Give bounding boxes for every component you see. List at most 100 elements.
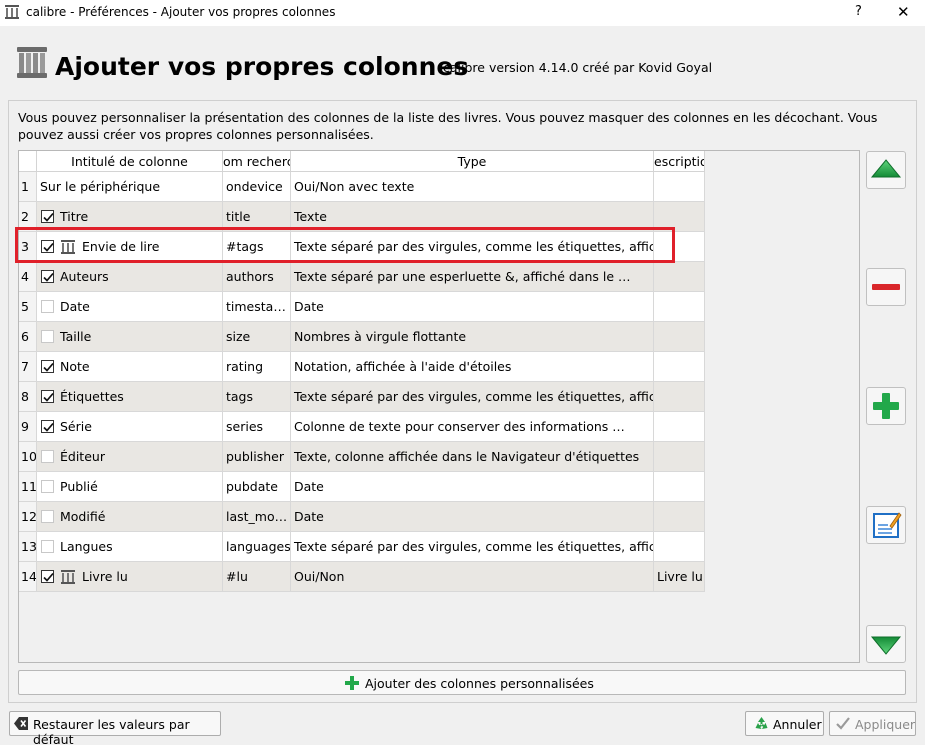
visibility-checkbox[interactable]: [41, 210, 54, 223]
table-row[interactable]: 11 Publié pubdate Date: [19, 472, 705, 502]
remove-column-button[interactable]: [866, 268, 906, 306]
header-rownum: [19, 151, 37, 172]
check-icon: [43, 242, 54, 252]
cell-name[interactable]: Publié: [37, 472, 223, 502]
column-name: Série: [60, 419, 92, 434]
edit-column-button[interactable]: [866, 506, 906, 544]
table-row[interactable]: 10 Éditeur publisher Texte, colonne affiché…: [19, 442, 705, 472]
cell-name[interactable]: Éditeur: [37, 442, 223, 472]
column-name: Éditeur: [60, 449, 105, 464]
cell-type: Nombres à virgule flottante: [291, 322, 654, 352]
window-title: calibre - Préférences - Ajouter vos prop…: [26, 5, 336, 19]
close-button[interactable]: ✕: [897, 3, 910, 21]
apply-label: Appliquer: [855, 717, 916, 732]
table-row[interactable]: 2 Titre title Texte: [19, 202, 705, 232]
table-row[interactable]: 4 Auteurs authors Texte séparé par une espe…: [19, 262, 705, 292]
table-row[interactable]: 6 Taille size Nombres à virgule flottante: [19, 322, 705, 352]
cell-type: Colonne de texte pour conserver des info…: [291, 412, 654, 442]
row-number: 2: [19, 202, 37, 232]
cell-name[interactable]: Envie de lire: [37, 232, 223, 262]
cell-type: Texte séparé par une esperluette &, affi…: [291, 262, 654, 292]
cancel-label: Annuler: [773, 717, 822, 732]
visibility-checkbox[interactable]: [41, 420, 54, 433]
check-icon: [43, 422, 54, 432]
cell-lookup-key: languages: [223, 532, 291, 562]
header-type[interactable]: Type: [291, 151, 654, 172]
cell-description: [654, 412, 705, 442]
visibility-checkbox[interactable]: [41, 570, 54, 583]
visibility-checkbox[interactable]: [41, 450, 54, 463]
column-name: Date: [60, 299, 90, 314]
help-button[interactable]: ?: [855, 4, 862, 19]
cell-name[interactable]: Étiquettes: [37, 382, 223, 412]
cell-description: [654, 472, 705, 502]
cell-lookup-key: timesta…: [223, 292, 291, 322]
cancel-button[interactable]: Annuler: [745, 711, 824, 736]
table-row[interactable]: 3 Envie de lire #tags Texte séparé par des …: [19, 232, 705, 262]
visibility-checkbox[interactable]: [41, 390, 54, 403]
table-row[interactable]: 12 Modifié last_mo… Date: [19, 502, 705, 532]
cell-name[interactable]: Série: [37, 412, 223, 442]
cell-name[interactable]: Langues: [37, 532, 223, 562]
table-row[interactable]: 13 Langues languages Texte séparé par des v…: [19, 532, 705, 562]
cell-lookup-key: series: [223, 412, 291, 442]
cell-name[interactable]: Titre: [37, 202, 223, 232]
visibility-checkbox[interactable]: [41, 300, 54, 313]
row-number: 1: [19, 172, 37, 202]
visibility-checkbox[interactable]: [41, 240, 54, 253]
header-desc[interactable]: escriptio: [654, 151, 705, 172]
column-name: Publié: [60, 479, 98, 494]
move-down-button[interactable]: [866, 625, 906, 663]
table-row[interactable]: 14 Livre lu #lu Oui/Non Livre lu: [19, 562, 705, 592]
row-number: 9: [19, 412, 37, 442]
add-column-button[interactable]: [866, 387, 906, 425]
column-name: Sur le périphérique: [40, 179, 161, 194]
visibility-checkbox[interactable]: [41, 540, 54, 553]
table-row[interactable]: 1 Sur le périphérique ondevice Oui/Non avec…: [19, 172, 705, 202]
cell-name[interactable]: Note: [37, 352, 223, 382]
description-text: Vous pouvez personnaliser la présentatio…: [18, 110, 878, 142]
check-icon: [43, 392, 54, 402]
row-number: 4: [19, 262, 37, 292]
cell-type: Date: [291, 472, 654, 502]
column-name: Auteurs: [60, 269, 109, 284]
cell-name[interactable]: Date: [37, 292, 223, 322]
cell-type: Date: [291, 502, 654, 532]
row-number: 12: [19, 502, 37, 532]
move-up-button[interactable]: [866, 151, 906, 189]
cell-name[interactable]: Auteurs: [37, 262, 223, 292]
cell-description: [654, 172, 705, 202]
columns-table[interactable]: Intitulé de colonne om recherc Type escr…: [18, 150, 860, 663]
cell-name[interactable]: Livre lu: [37, 562, 223, 592]
visibility-checkbox[interactable]: [41, 270, 54, 283]
cell-name[interactable]: Taille: [37, 322, 223, 352]
add-custom-columns-button[interactable]: Ajouter des colonnes personnalisées: [18, 670, 906, 695]
cell-type: Notation, affichée à l'aide d'étoiles: [291, 352, 654, 382]
cell-description: [654, 202, 705, 232]
table-row[interactable]: 5 Date timesta… Date: [19, 292, 705, 322]
apply-button[interactable]: Appliquer: [829, 711, 916, 736]
table-row[interactable]: 7 Note rating Notation, affichée à l'aide d…: [19, 352, 705, 382]
cell-description: [654, 502, 705, 532]
cell-name[interactable]: Modifié: [37, 502, 223, 532]
cell-description: [654, 322, 705, 352]
restore-defaults-button[interactable]: Restaurer les valeurs par défaut: [9, 711, 221, 745]
table-row[interactable]: 8 Étiquettes tags Texte séparé par des virg…: [19, 382, 705, 412]
visibility-checkbox[interactable]: [41, 330, 54, 343]
table-row[interactable]: 9 Série series Colonne de texte pour conser…: [19, 412, 705, 442]
column-name: Note: [60, 359, 90, 374]
header-name[interactable]: Intitulé de colonne: [37, 151, 223, 172]
cell-name[interactable]: Sur le périphérique: [37, 172, 223, 202]
visibility-checkbox[interactable]: [41, 360, 54, 373]
visibility-checkbox[interactable]: [41, 510, 54, 523]
visibility-checkbox[interactable]: [41, 480, 54, 493]
check-icon: [43, 362, 54, 372]
cell-description: [654, 232, 705, 262]
arrow-down-icon: [870, 636, 902, 655]
restore-defaults-label: Restaurer les valeurs par défaut: [33, 717, 190, 745]
header-key[interactable]: om recherc: [223, 151, 291, 172]
cell-lookup-key: ondevice: [223, 172, 291, 202]
check-icon: [43, 212, 54, 222]
cell-type: Texte, colonne affichée dans le Navigate…: [291, 442, 654, 472]
calibre-logo-icon: [17, 47, 47, 78]
